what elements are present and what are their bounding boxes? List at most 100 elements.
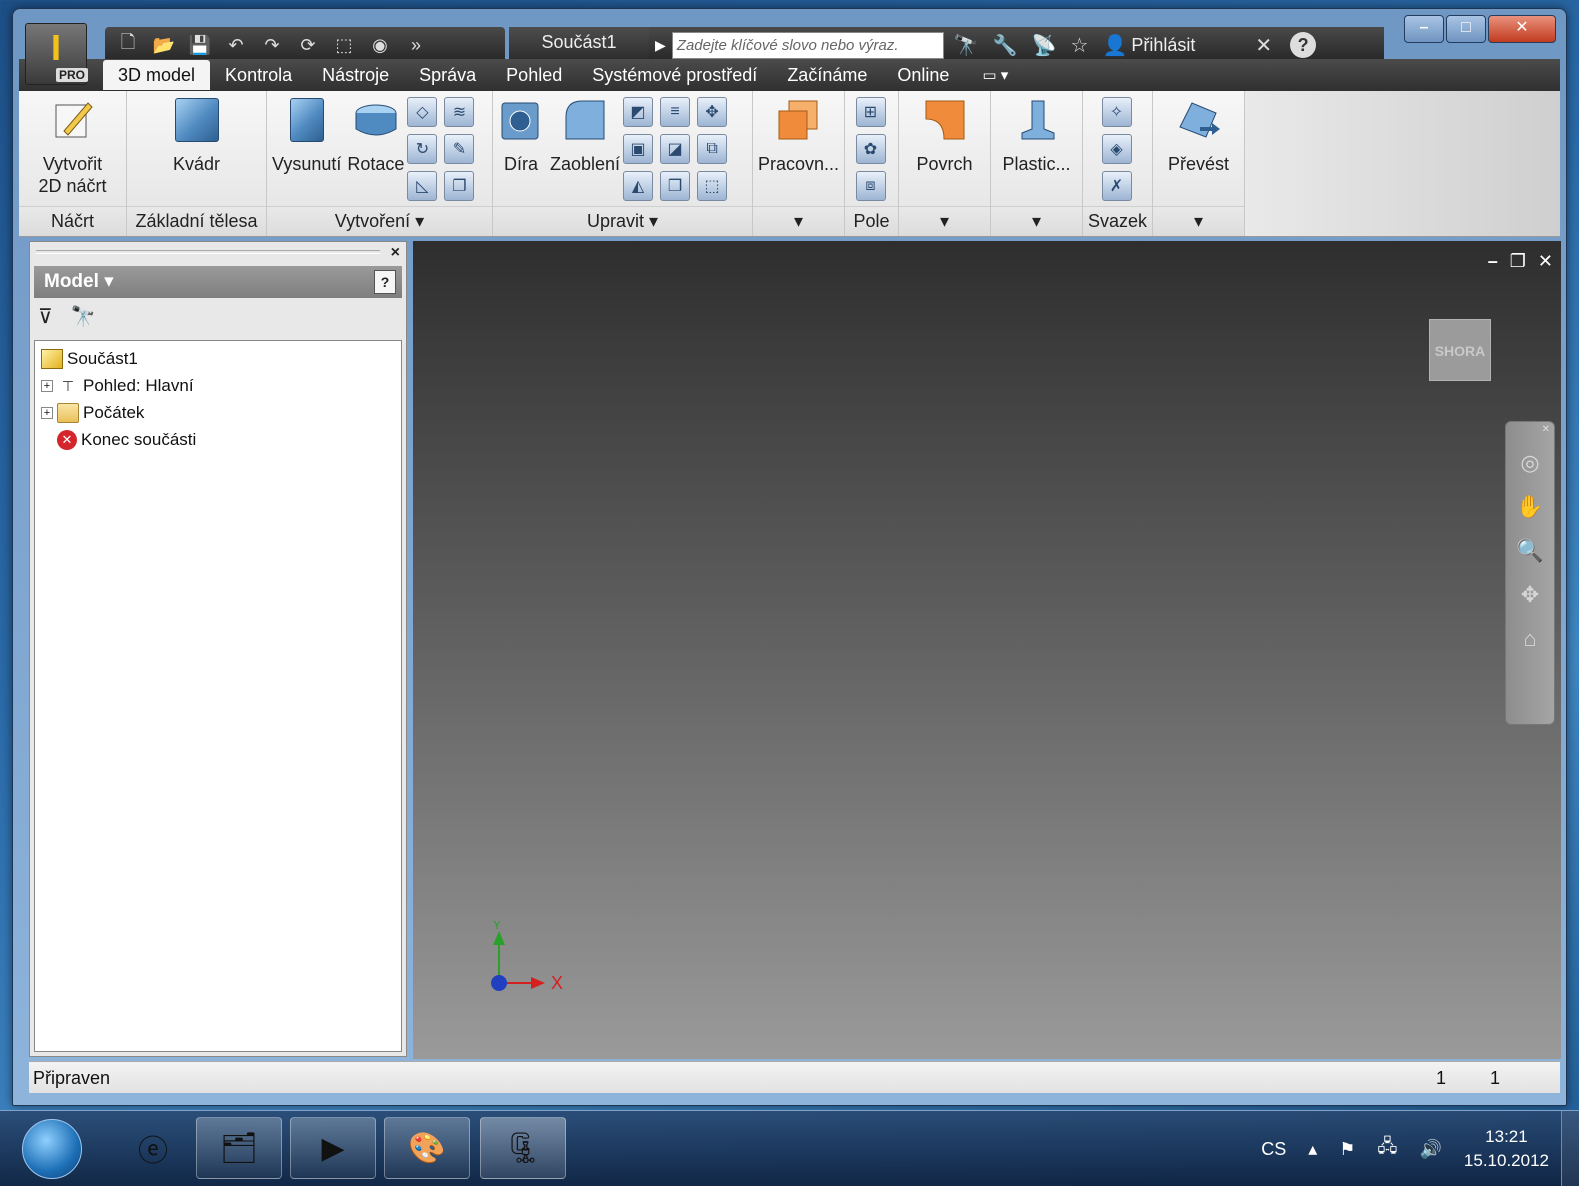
create-2d-sketch-button[interactable]: Vytvořit 2D náčrt [38,91,107,197]
look-at-icon[interactable]: ⌂ [1523,626,1536,652]
clock[interactable]: 13:21 15.10.2012 [1464,1125,1549,1173]
tree-item-view[interactable]: + ⊤ Pohled: Hlavní [41,372,395,399]
sweep-icon[interactable]: ↻ [407,134,438,164]
tree-item-origin[interactable]: + Počátek [41,399,395,426]
expand-icon[interactable]: + [41,379,53,392]
tray-expand-icon[interactable]: ▴ [1308,1139,1317,1160]
hole-button[interactable]: Díra [498,91,544,175]
tree-item-part[interactable]: Součást1 [41,345,395,372]
group-label-work-features-dropdown[interactable]: ▾ [753,206,844,236]
redo-icon[interactable]: ↷ [259,35,285,56]
chamfer-icon[interactable]: ◩ [623,97,654,127]
copy-object-icon[interactable]: ⧉ [697,134,728,164]
group-label-create[interactable]: Vytvoření ▾ [267,206,492,236]
new-icon[interactable]: 🗋 [115,30,141,60]
panel-grip[interactable] [36,250,380,254]
harness-edit-icon[interactable]: ✗ [1101,171,1132,201]
group-label-convert-dropdown[interactable]: ▾ [1153,206,1244,236]
volume-icon[interactable]: 🔊 [1419,1139,1441,1160]
split-icon[interactable]: ◪ [660,134,691,164]
tab-zaciname[interactable]: Začínáme [772,60,882,90]
open-icon[interactable]: 📂 [151,35,177,56]
language-indicator[interactable]: CS [1261,1139,1286,1160]
plastic-part-button[interactable]: Plastic... [1002,91,1071,175]
shell-icon[interactable]: ▣ [623,134,654,164]
satellite-icon[interactable]: 📡 [1032,33,1057,58]
expand-icon[interactable]: + [41,406,53,419]
extrude-button[interactable]: Vysunutí [272,91,341,175]
tab-online[interactable]: Online [882,60,964,90]
undo-icon[interactable]: ↶ [223,35,249,56]
combine-icon[interactable]: ❒ [660,171,691,201]
more-icon[interactable]: » [403,35,429,56]
minimize-button[interactable]: – [1404,15,1444,43]
group-label-plastic-dropdown[interactable]: ▾ [991,206,1082,236]
fillet-button[interactable]: Zaoblení [550,91,620,175]
browser-help-icon[interactable]: ? [374,270,396,294]
derive-icon[interactable]: ❐ [444,171,475,201]
group-label-modify[interactable]: Upravit ▾ [493,206,752,236]
work-features-button[interactable]: Pracovn... [758,91,839,175]
tab-pohled[interactable]: Pohled [491,60,577,90]
draft-icon[interactable]: ◭ [623,171,654,201]
mirror-icon[interactable]: ⧈ [855,171,886,201]
convert-button[interactable]: Převést [1168,91,1229,175]
search-expand-icon[interactable]: ▶ [655,37,666,54]
tab-sprava[interactable]: Správa [404,60,491,90]
steering-wheel-icon[interactable]: ◎ [1520,450,1539,476]
inventor-taskbar-icon[interactable]: 🗜 [480,1117,566,1179]
maximize-button[interactable]: □ [1446,15,1486,43]
orbit-icon[interactable]: ✥ [1521,582,1539,608]
rectangular-pattern-icon[interactable]: ⊞ [855,97,886,127]
media-player-icon[interactable]: ▶ [290,1117,376,1179]
zoom-icon[interactable]: 🔍 [1516,538,1543,564]
star-icon[interactable]: ☆ [1071,33,1089,58]
model-browser-title[interactable]: Model ▾ [44,271,114,292]
user-icon[interactable]: 👤 [1102,33,1127,58]
ribbon-options-icon[interactable]: ▭ ▾ [982,66,1008,84]
start-button[interactable] [22,1119,82,1179]
save-icon[interactable]: 💾 [187,35,213,56]
pan-icon[interactable]: ✋ [1516,494,1543,520]
box-button[interactable]: Kvádr [173,91,220,175]
tree-item-end-of-part[interactable]: ✕ Konec součásti [41,426,395,453]
group-label-surface-dropdown[interactable]: ▾ [899,206,990,236]
paint-icon[interactable]: 🎨 [384,1117,470,1179]
surface-button[interactable]: Povrch [916,91,973,175]
emboss-icon[interactable]: ✎ [444,134,475,164]
show-desktop-button[interactable] [1561,1111,1579,1186]
circular-pattern-icon[interactable]: ✿ [855,134,886,164]
viewport-close-icon[interactable]: ✕ [1538,251,1553,272]
viewcube[interactable]: SHORA [1429,319,1491,381]
navbar-close-icon[interactable]: ✕ [1542,424,1550,435]
action-center-flag-icon[interactable]: ⚑ [1339,1139,1355,1160]
wrench-icon[interactable]: 🔧 [993,33,1018,58]
tab-nastroje[interactable]: Nástroje [307,60,404,90]
panel-close-icon[interactable]: × [391,244,400,262]
filter-icon[interactable]: ⊽ [38,304,53,329]
application-menu-button[interactable]: I PRO [25,23,89,85]
harness-place-icon[interactable]: ◈ [1101,134,1132,164]
rib-icon[interactable]: ◺ [407,171,438,201]
viewport-minimize-icon[interactable]: – [1488,251,1498,272]
tab-3d-model[interactable]: 3D model [103,60,211,90]
model-browser-header[interactable]: Model ▾ ? [34,266,402,298]
graphics-viewport[interactable]: – ❐ ✕ SHORA ✕ ◎ ✋ 🔍 ✥ ⌂ X Y [413,241,1561,1059]
move-bodies-icon[interactable]: ⬚ [697,171,728,201]
internet-explorer-icon[interactable]: ⓔ [110,1117,196,1179]
coil-icon[interactable]: ≋ [444,97,475,127]
signin-link[interactable]: Přihlásit [1131,35,1195,56]
explorer-icon[interactable]: 🗂 [196,1117,282,1179]
appearance-icon[interactable]: ◉ [367,35,393,56]
thread-icon[interactable]: ≡ [660,97,691,127]
move-face-icon[interactable]: ✥ [697,97,728,127]
find-icon[interactable]: 🔭 [71,304,96,329]
help-icon[interactable]: ? [1290,32,1317,58]
tab-systemove-prostredi[interactable]: Systémové prostředí [577,60,772,90]
loft-icon[interactable]: ◇ [407,97,438,127]
close-button[interactable]: ✕ [1488,15,1556,43]
tab-kontrola[interactable]: Kontrola [210,60,307,90]
binoculars-icon[interactable]: 🔭 [954,33,979,58]
harness-point-icon[interactable]: ✧ [1101,97,1132,127]
search-input[interactable]: Zadejte klíčové slovo nebo výraz. [671,31,944,59]
